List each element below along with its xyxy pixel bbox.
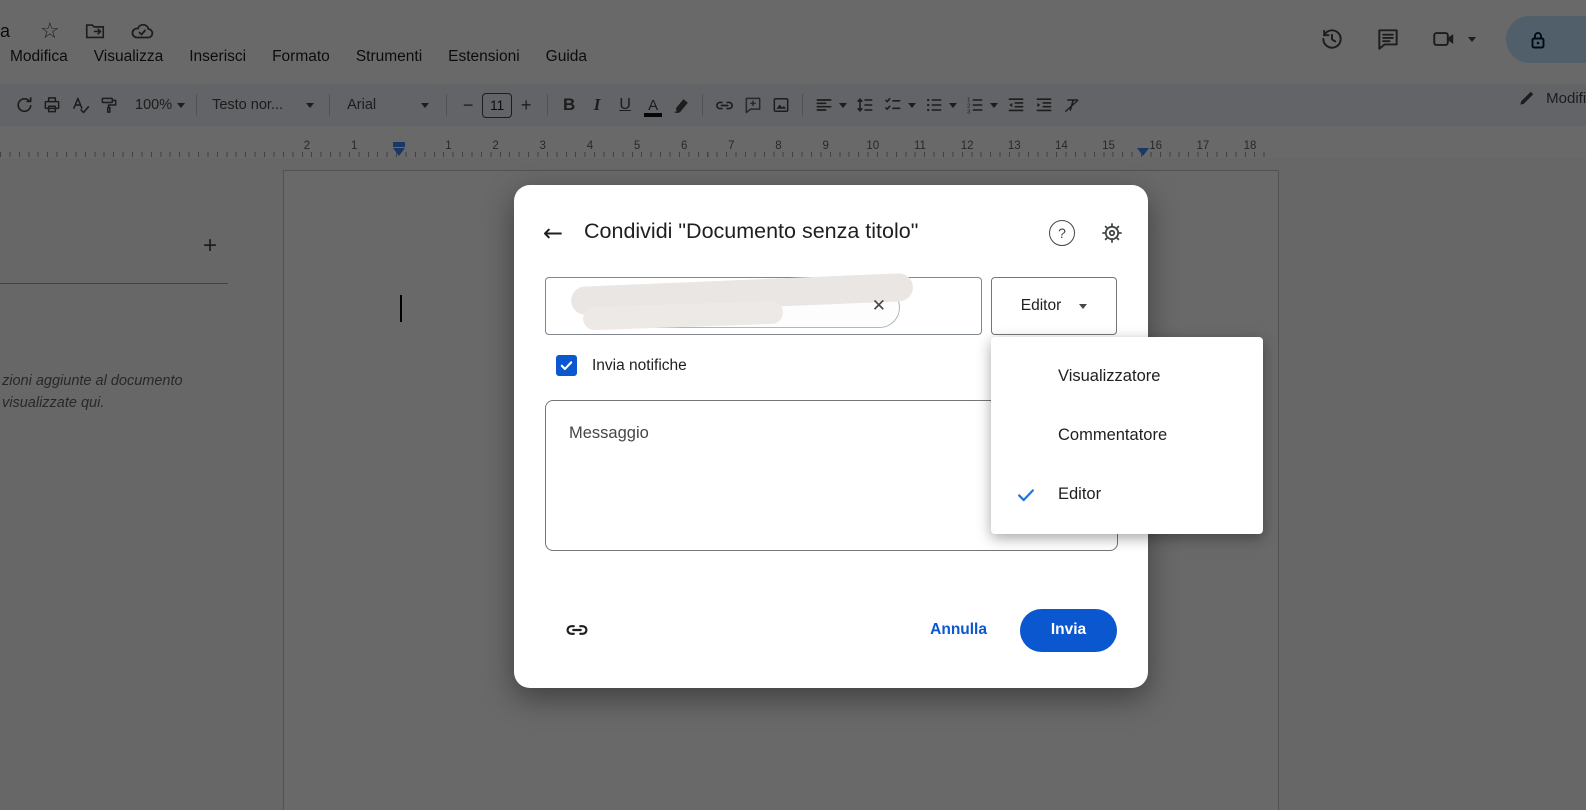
role-menu-item[interactable]: Visualizzatore: [991, 347, 1263, 406]
link-icon: [566, 625, 588, 635]
notify-row: Invia notifiche: [556, 355, 687, 376]
role-menu-item[interactable]: Editor: [991, 465, 1263, 524]
role-menu-item[interactable]: Commentatore: [991, 406, 1263, 465]
check-icon: [560, 361, 573, 370]
role-dropdown-button[interactable]: Editor: [991, 277, 1117, 335]
send-button[interactable]: Invia: [1020, 608, 1117, 652]
message-placeholder: Messaggio: [569, 424, 649, 442]
selected-check-icon: [1013, 484, 1039, 506]
chip-remove-icon[interactable]: ✕: [872, 296, 886, 316]
help-icon[interactable]: ?: [1049, 220, 1075, 246]
recipients-input[interactable]: ✕: [545, 272, 982, 335]
settings-gear-icon[interactable]: [1099, 220, 1125, 246]
share-dialog-footer: Annulla Invia: [514, 608, 1148, 652]
cancel-button[interactable]: Annulla: [918, 613, 999, 647]
role-menu: Visualizzatore Commentatore Editor: [991, 337, 1263, 534]
share-dialog-header: ← Condividi "Documento senza titolo" ?: [514, 185, 1148, 275]
copy-link-button[interactable]: [561, 614, 593, 646]
google-docs-window: a ☆: [0, 0, 1586, 810]
back-button[interactable]: ←: [538, 218, 568, 248]
notify-label: Invia notifiche: [592, 356, 687, 374]
notify-checkbox[interactable]: [556, 355, 577, 376]
role-caret-icon: [1079, 303, 1088, 309]
share-dialog-title: Condividi "Documento senza titolo": [584, 219, 919, 243]
recipient-chip[interactable]: ✕: [570, 272, 914, 331]
